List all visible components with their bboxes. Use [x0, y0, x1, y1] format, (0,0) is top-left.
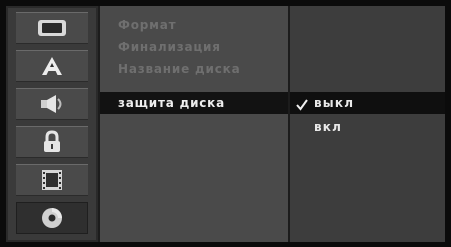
setting-label: Финализация: [118, 40, 221, 54]
setup-menu-frame: Формат Финализация Название диска защита…: [0, 0, 451, 247]
option-off[interactable]: выкл: [290, 92, 445, 114]
disc-icon: [40, 206, 64, 230]
options-panel: выкл вкл: [290, 6, 445, 242]
category-disc[interactable]: [16, 202, 88, 234]
checkmark-icon: [296, 96, 308, 111]
option-label: выкл: [314, 96, 355, 110]
setting-disc-name[interactable]: Название диска: [100, 58, 288, 80]
category-language[interactable]: [16, 50, 88, 82]
option-label: вкл: [314, 120, 343, 134]
setting-label: защита диска: [118, 96, 226, 110]
lock-icon: [40, 130, 64, 154]
setting-format[interactable]: Формат: [100, 14, 288, 36]
category-icon-column: [6, 6, 100, 242]
tv-icon: [36, 18, 68, 38]
language-icon: [39, 55, 65, 77]
setting-finalize[interactable]: Финализация: [100, 36, 288, 58]
category-display[interactable]: [16, 12, 88, 44]
setting-disc-protect[interactable]: защита диска: [100, 92, 288, 114]
audio-icon: [38, 93, 66, 115]
category-lock[interactable]: [16, 126, 88, 158]
setting-label: Формат: [118, 18, 177, 32]
category-audio[interactable]: [16, 88, 88, 120]
category-recording[interactable]: [16, 164, 88, 196]
setting-label: Название диска: [118, 62, 241, 76]
film-icon: [39, 168, 65, 192]
settings-list: Формат Финализация Название диска защита…: [100, 6, 288, 242]
option-on[interactable]: вкл: [290, 116, 445, 138]
